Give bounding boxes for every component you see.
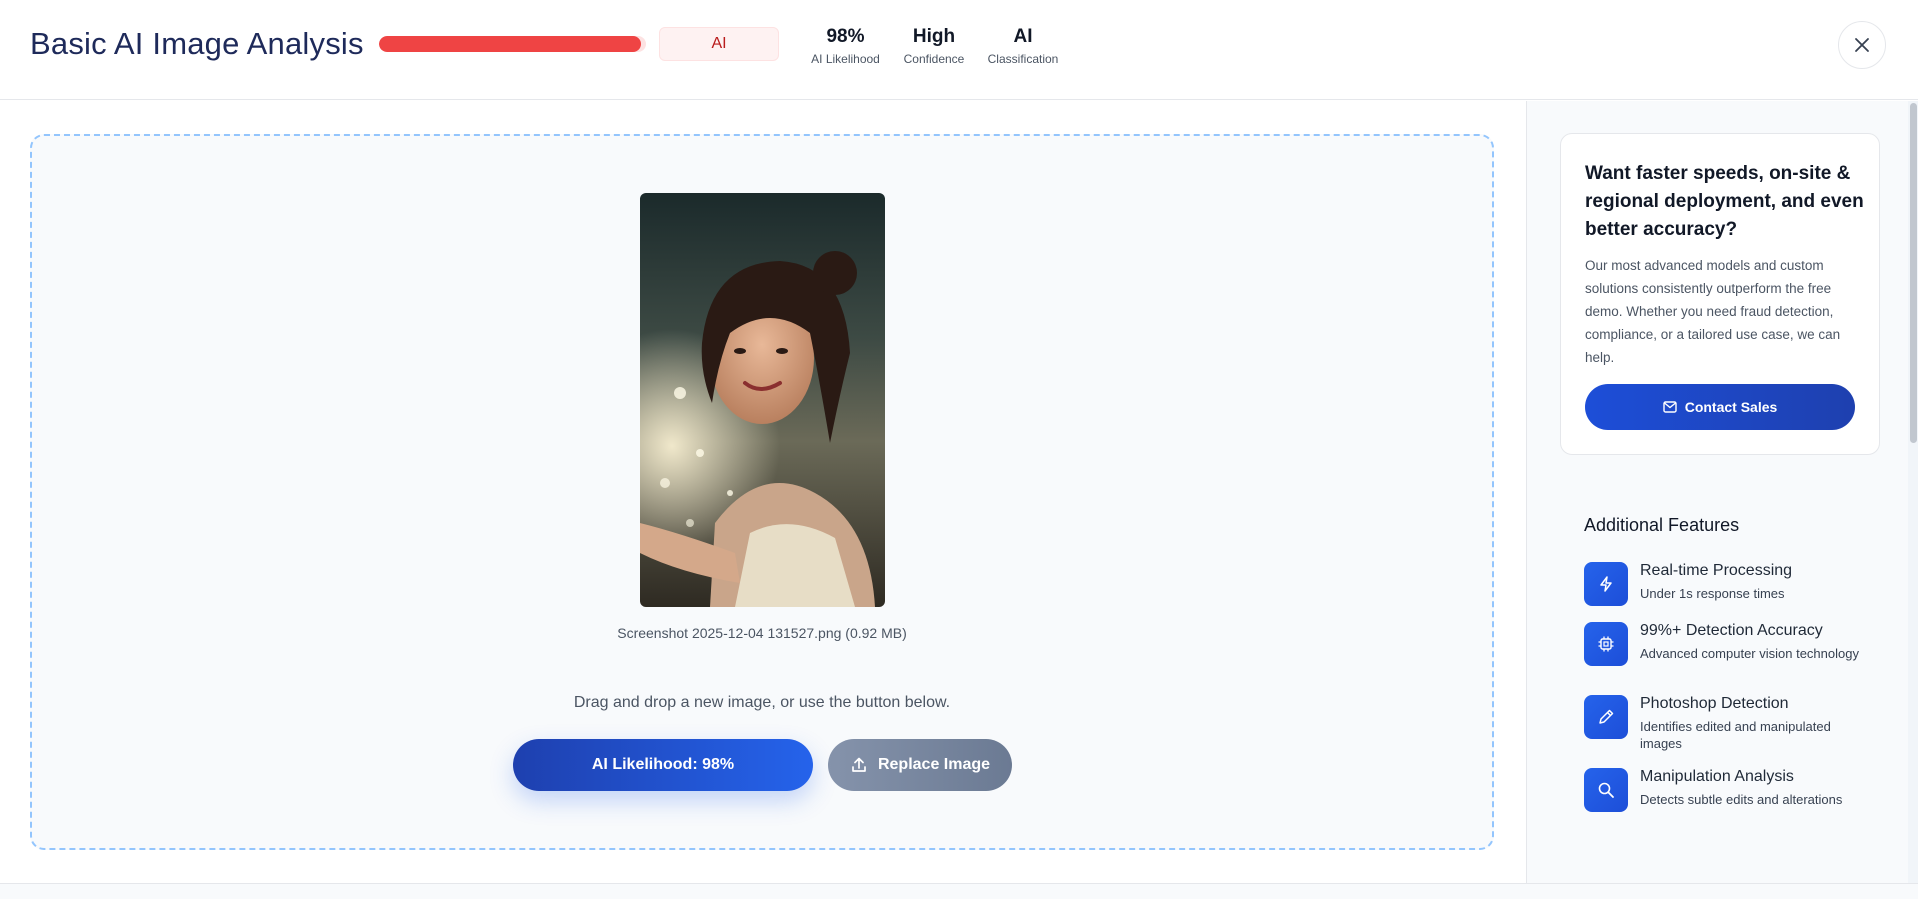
stat-confidence: High Confidence [900,25,968,66]
stat-label: Confidence [903,52,965,66]
promo-body: Our most advanced models and custom solu… [1585,258,1841,365]
stat-label: AI Likelihood [811,52,880,66]
feature-desc: Advanced computer vision technology [1640,646,1859,661]
main-panel: Screenshot 2025-12-04 131527.png (0.92 M… [0,101,1526,883]
classification-badge: AI [659,27,779,61]
stat-classification: AI Classification [984,25,1062,66]
pencil-icon [1599,709,1614,724]
close-button[interactable] [1838,21,1886,69]
ai-likelihood-progress-bar [379,36,646,52]
mail-icon [1663,401,1677,413]
feature-title: Manipulation Analysis [1640,768,1794,785]
bottom-strip [0,883,1918,899]
header: Basic AI Image Analysis AI 98% AI Likeli… [0,0,1918,100]
features-title: Additional Features [1584,515,1740,535]
promo-card: Want faster speeds, on-site & regional d… [1560,133,1880,455]
sidebar-scrollbar[interactable] [1908,101,1918,883]
feature-title: Real-time Processing [1640,562,1793,579]
upload-icon [852,757,866,772]
feature-title: 99%+ Detection Accuracy [1640,622,1823,639]
ai-likelihood-button[interactable]: AI Likelihood: 98% [513,739,813,791]
contact-sales-button[interactable]: Contact Sales [1585,384,1855,430]
feature-icon-box [1584,768,1628,812]
feature-desc: Detects subtle edits and alterations [1640,792,1843,807]
stat-ai-likelihood: 98% AI Likelihood [808,25,883,66]
contact-sales-label: Contact Sales [1684,399,1778,415]
image-preview [640,193,885,607]
file-info: Screenshot 2025-12-04 131527.png (0.92 M… [617,625,907,641]
close-icon [1855,38,1869,52]
stat-label: Classification [987,52,1059,66]
stat-value: High [912,26,956,47]
feature-icon-box [1584,622,1628,666]
image-dropzone[interactable]: Screenshot 2025-12-04 131527.png (0.92 M… [30,134,1494,850]
chip-icon [1598,636,1614,652]
feature-title: Photoshop Detection [1640,695,1789,712]
feature-desc: Under 1s response times [1640,586,1785,601]
scrollbar-thumb[interactable] [1910,103,1917,443]
replace-image-button[interactable]: Replace Image [828,739,1012,791]
portrait-photo [640,193,885,607]
drop-hint: Drag and drop a new image, or use the bu… [573,694,951,711]
progress-fill [379,36,641,52]
feature-icon-box [1584,562,1628,606]
feature-icon-box [1584,695,1628,739]
stat-value: AI [1013,26,1033,47]
feature-desc: Identifies edited and manipulated images [1640,719,1831,751]
promo-title: Want faster speeds, on-site & regional d… [1585,163,1864,240]
sidebar: Want faster speeds, on-site & regional d… [1526,101,1918,883]
replace-image-label: Replace Image [877,756,991,773]
stat-value: 98% [826,26,865,47]
search-icon [1598,782,1614,798]
lightning-icon [1600,576,1612,592]
page-title: Basic AI Image Analysis [30,26,364,61]
